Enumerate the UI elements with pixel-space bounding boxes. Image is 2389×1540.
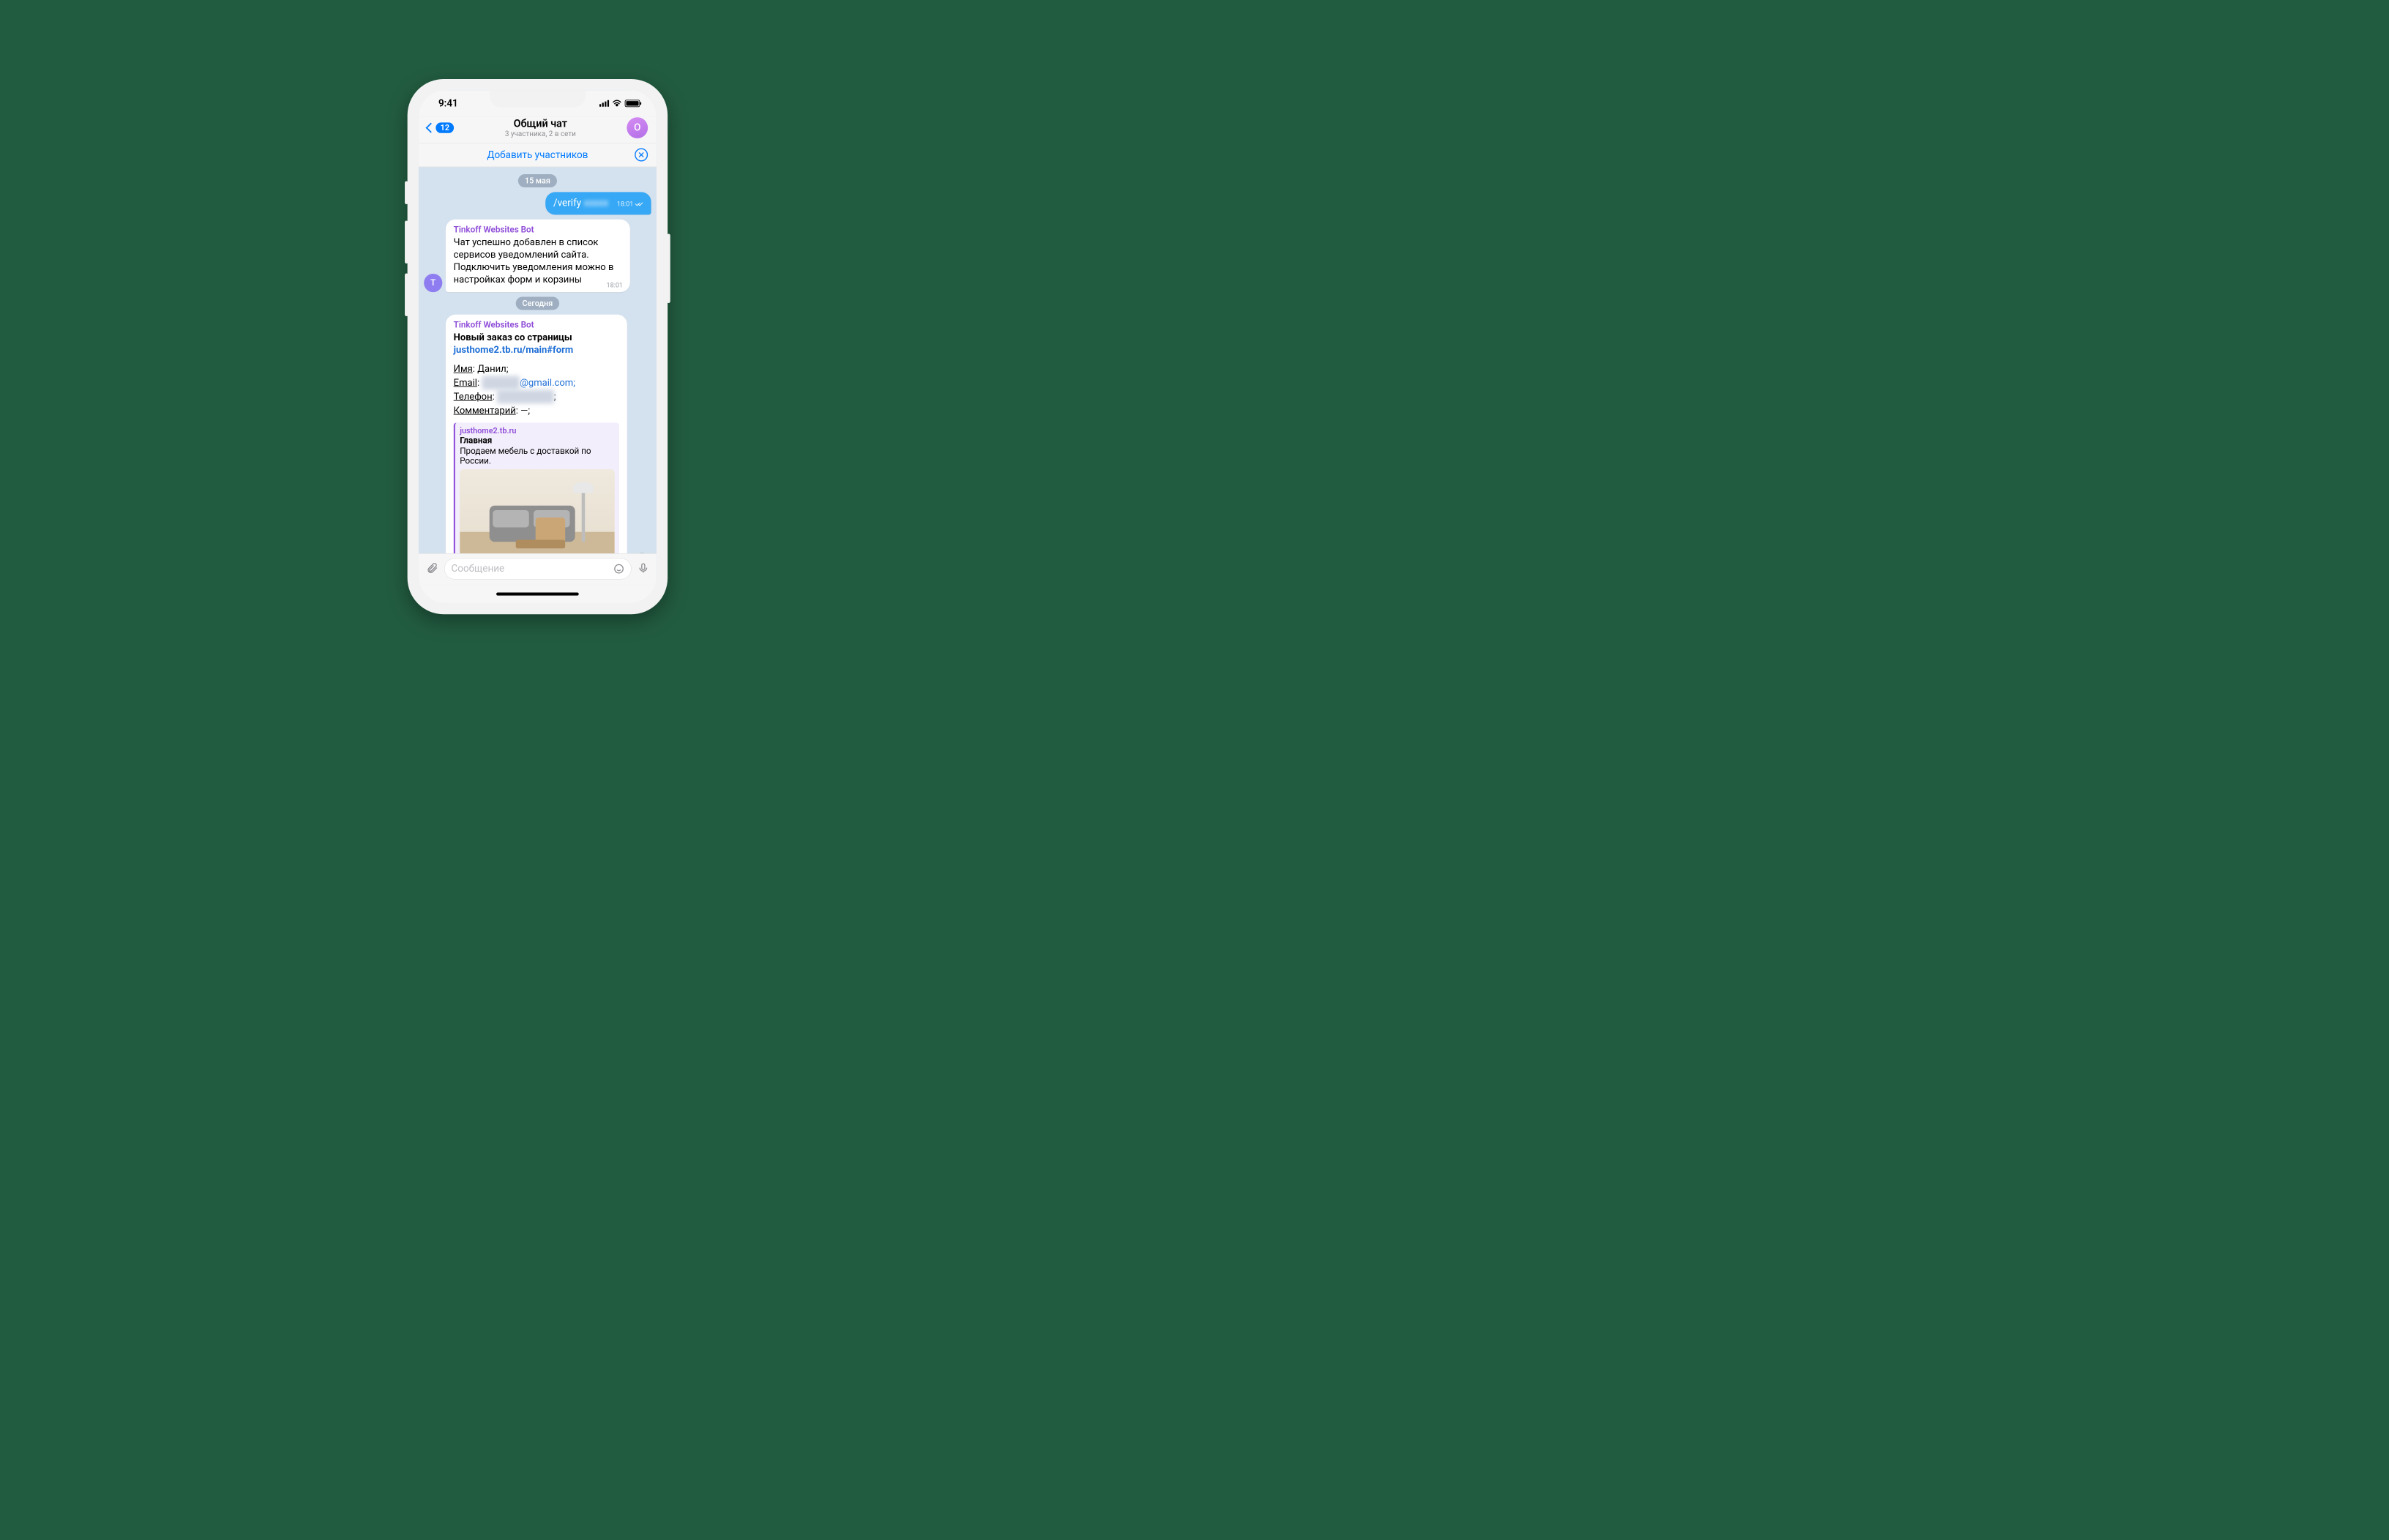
stickers-icon[interactable] bbox=[613, 563, 624, 574]
chat-title: Общий чат bbox=[454, 117, 627, 130]
redacted-email: xxxxxxxx bbox=[482, 376, 520, 390]
cellular-icon bbox=[599, 100, 609, 107]
message-meta: 18:01 bbox=[617, 200, 643, 208]
read-checks-icon bbox=[635, 201, 643, 206]
message-bubble-incoming[interactable]: Tinkoff Websites Bot Чат успешно добавле… bbox=[446, 219, 630, 291]
unread-badge: 12 bbox=[435, 122, 454, 132]
redacted-text: xxxxx bbox=[581, 197, 611, 209]
back-button[interactable]: 12 bbox=[427, 122, 455, 132]
notch bbox=[490, 90, 586, 107]
date-chip: Сегодня bbox=[515, 296, 559, 310]
field-value-comment: —; bbox=[520, 405, 530, 416]
side-button-volume-down bbox=[405, 273, 408, 316]
field-label-comment: Комментарий bbox=[454, 405, 516, 416]
status-time: 9:41 bbox=[438, 97, 458, 109]
sender-name: Tinkoff Websites Bot bbox=[454, 320, 619, 330]
chat-avatar[interactable]: O bbox=[627, 117, 648, 138]
link-preview[interactable]: justhome2.tb.ru Главная Продаем мебель с… bbox=[454, 422, 619, 553]
message-time: 18:01 bbox=[617, 200, 633, 208]
side-button-silence bbox=[405, 181, 408, 204]
home-indicator[interactable] bbox=[496, 593, 579, 596]
message-input[interactable]: Сообщение bbox=[444, 558, 632, 580]
message-placeholder: Сообщение bbox=[452, 563, 505, 575]
side-button-power bbox=[667, 233, 670, 303]
field-label-email: Email bbox=[454, 377, 477, 388]
dismiss-addbar-button[interactable] bbox=[635, 149, 648, 162]
preview-title: Главная bbox=[460, 436, 615, 446]
message-row-incoming: T Tinkoff Websites Bot Новый заказ со ст… bbox=[424, 315, 651, 553]
status-icons bbox=[599, 100, 640, 107]
order-source-link[interactable]: justhome2.tb.ru/main#form bbox=[454, 344, 574, 355]
message-time: 18:01 bbox=[607, 281, 623, 289]
battery-icon bbox=[625, 100, 640, 107]
message-text: Чат успешно добавлен в список сервисов у… bbox=[454, 236, 622, 286]
phone-frame: 9:41 12 Общий чат 3 участн bbox=[408, 79, 668, 614]
compose-bar: Сообщение bbox=[419, 553, 657, 586]
field-label-phone: Телефон bbox=[454, 391, 493, 402]
message-row-incoming: T Tinkoff Websites Bot Чат успешно добав… bbox=[424, 219, 651, 291]
chat-title-block[interactable]: Общий чат 3 участника, 2 в сети bbox=[454, 117, 627, 138]
field-label-name: Имя bbox=[454, 363, 473, 374]
sender-avatar[interactable]: T bbox=[424, 274, 442, 292]
message-bubble-incoming[interactable]: Tinkoff Websites Bot Новый заказ со стра… bbox=[446, 315, 627, 553]
message-text: /verify bbox=[553, 197, 581, 209]
microphone-icon bbox=[638, 562, 649, 574]
chat-header: 12 Общий чат 3 участника, 2 в сети O bbox=[419, 116, 657, 143]
chevron-left-icon bbox=[426, 122, 436, 132]
close-icon bbox=[638, 152, 644, 157]
message-row-outgoing: /verifyxxxxx 18:01 bbox=[424, 192, 651, 214]
attach-button[interactable] bbox=[426, 561, 438, 575]
redacted-phone: xxxxxxxxxxxx bbox=[497, 389, 554, 403]
voice-button[interactable] bbox=[638, 562, 649, 575]
side-button-volume-up bbox=[405, 220, 408, 263]
preview-description: Продаем мебель с доставкой по России. bbox=[460, 446, 615, 466]
status-bar: 9:41 bbox=[419, 90, 657, 116]
preview-site: justhome2.tb.ru bbox=[460, 426, 615, 436]
chat-subtitle: 3 участника, 2 в сети bbox=[454, 130, 627, 138]
order-fields: Имя: Данил; Email: xxxxxxxx@gmail.com; Т… bbox=[454, 362, 619, 418]
wifi-icon bbox=[613, 100, 622, 107]
message-bubble-outgoing[interactable]: /verifyxxxxx 18:01 bbox=[545, 192, 651, 214]
sender-name: Tinkoff Websites Bot bbox=[454, 225, 622, 235]
date-chip: 15 мая bbox=[518, 174, 557, 187]
preview-image bbox=[460, 469, 615, 553]
add-members-bar: Добавить участников bbox=[419, 143, 657, 167]
field-value-email-domain[interactable]: @gmail.com; bbox=[520, 377, 575, 388]
chat-scroll[interactable]: 15 мая /verifyxxxxx 18:01 T Tinkoff Webs… bbox=[419, 167, 657, 553]
order-title: Новый заказ со страницы bbox=[454, 332, 572, 343]
home-indicator-area bbox=[419, 585, 657, 602]
screen: 9:41 12 Общий чат 3 участн bbox=[419, 90, 657, 603]
field-value-phone-sep: ; bbox=[554, 391, 556, 402]
field-value-name: Данил; bbox=[477, 363, 508, 374]
paperclip-icon bbox=[426, 561, 438, 574]
add-members-link[interactable]: Добавить участников bbox=[487, 149, 588, 161]
